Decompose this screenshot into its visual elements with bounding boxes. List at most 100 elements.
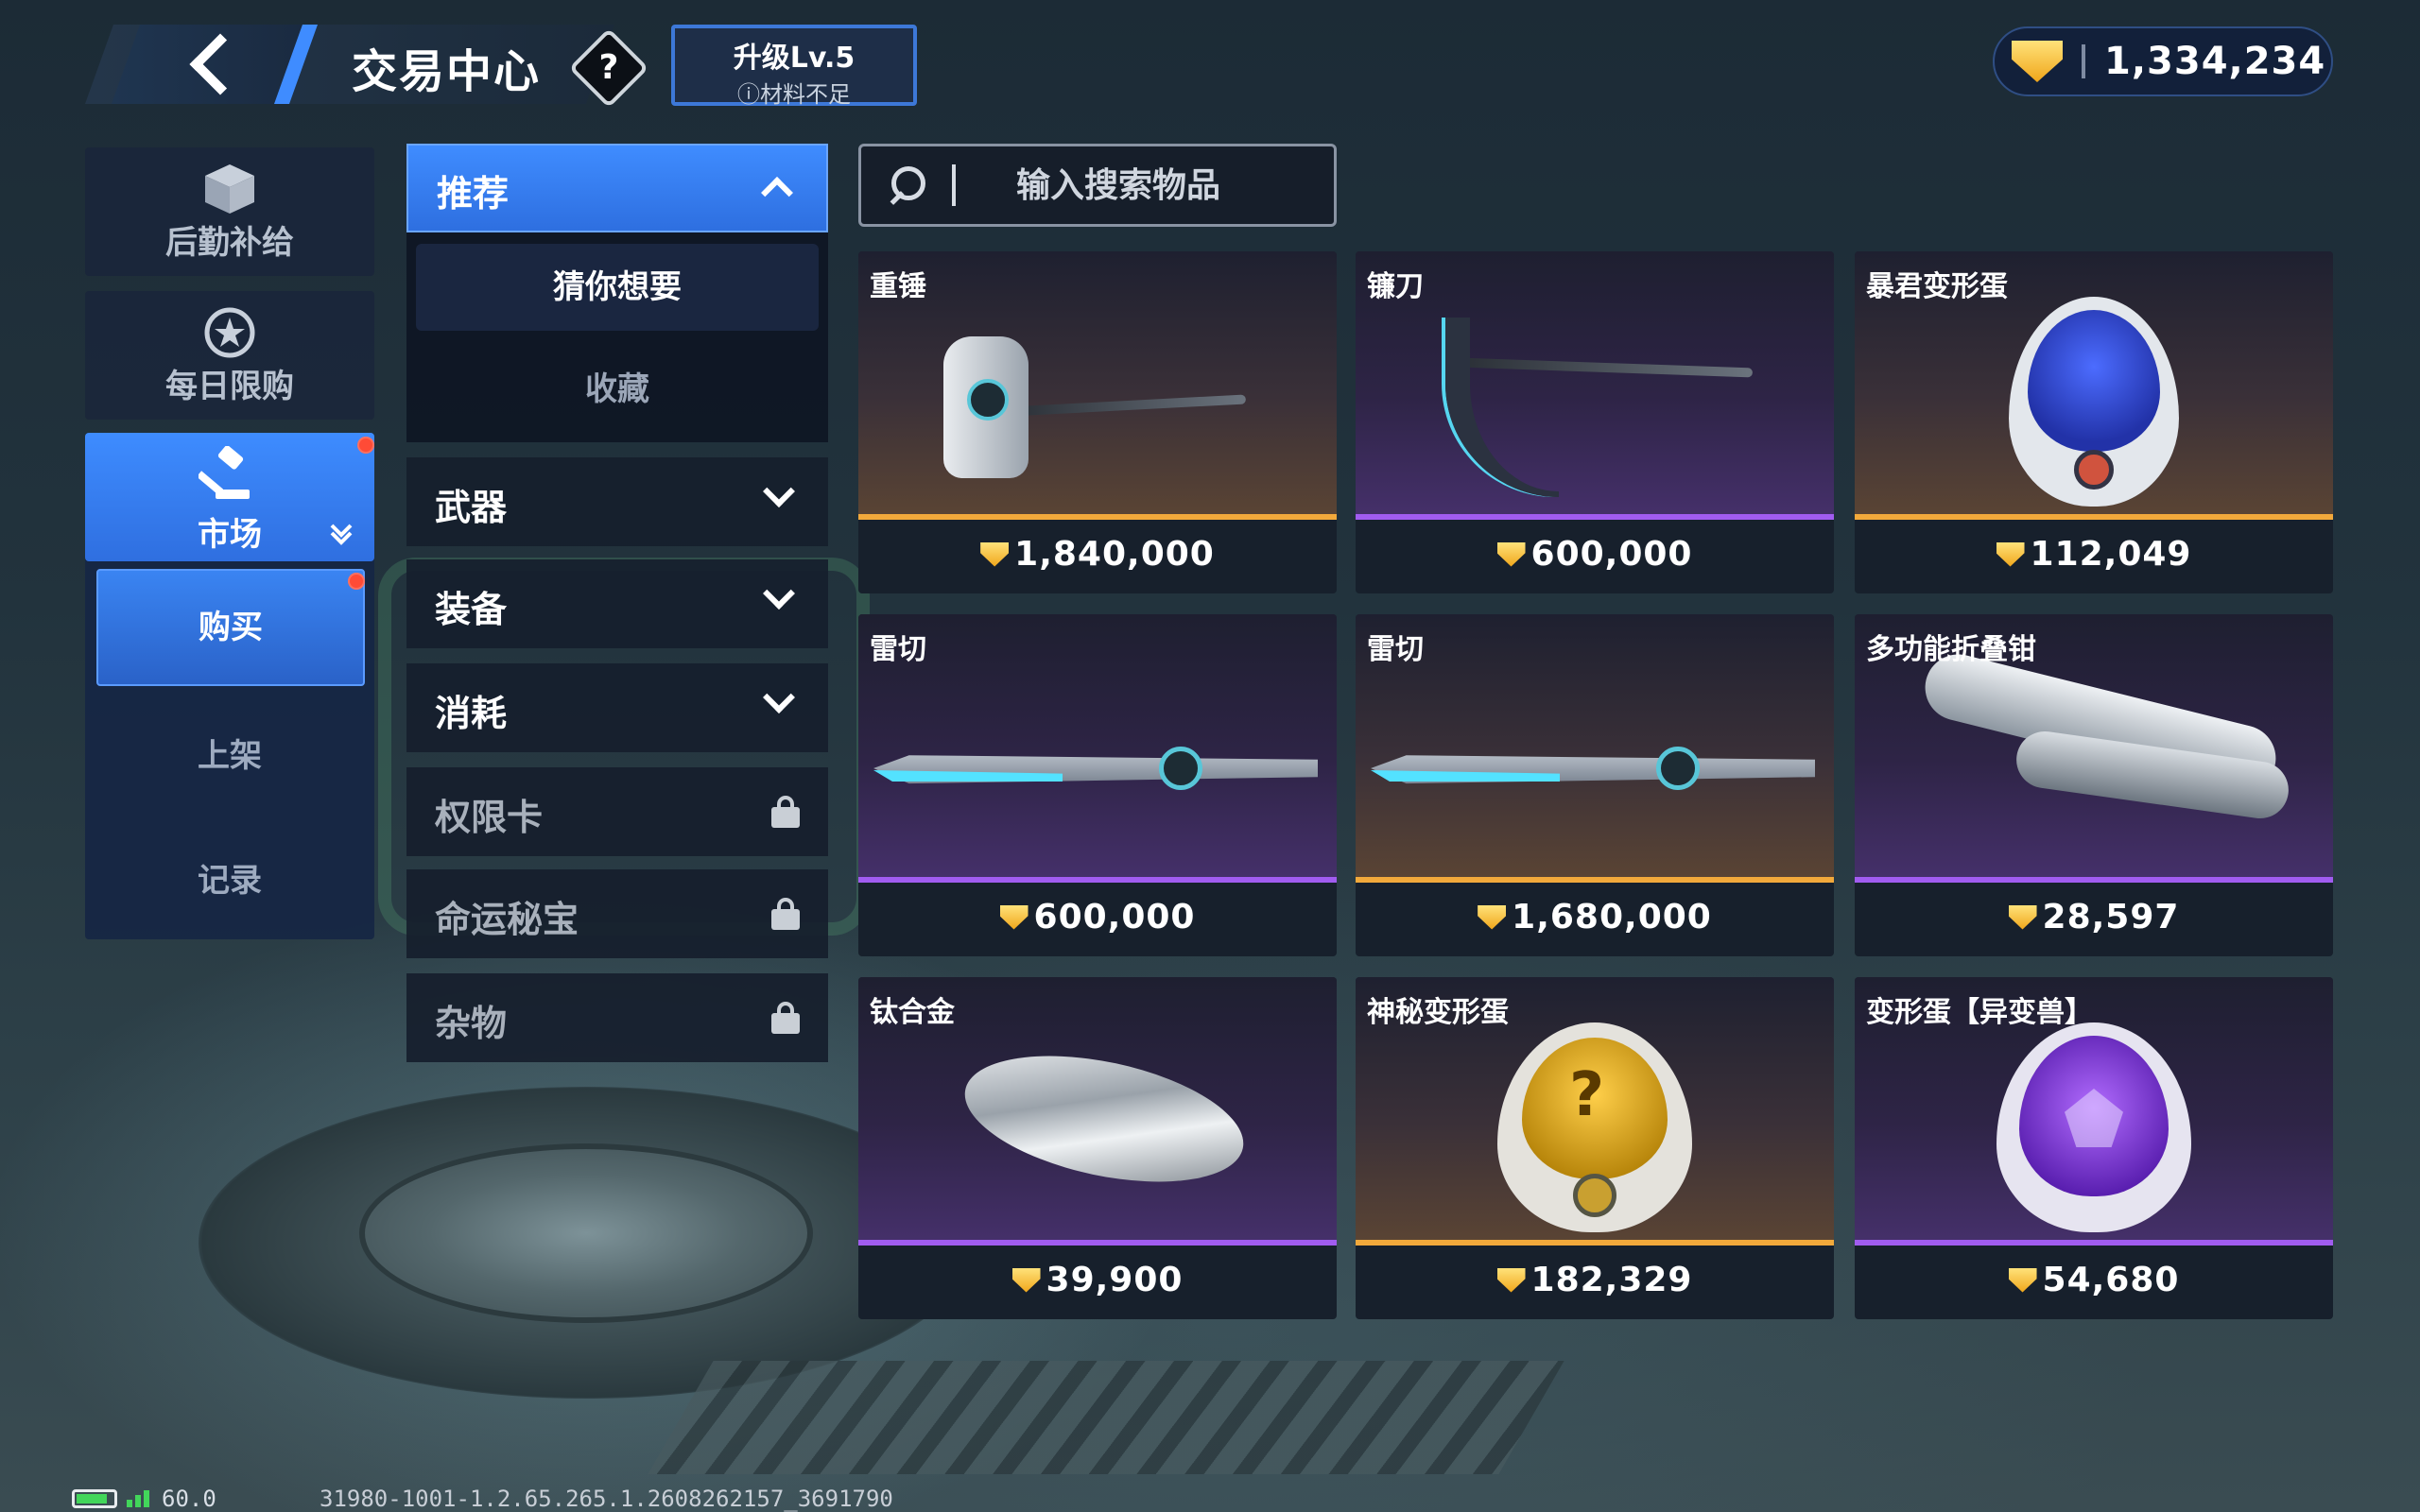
category-access-cards[interactable]: 权限卡: [406, 767, 828, 856]
item-card[interactable]: 雷切 600,000: [858, 614, 1337, 956]
item-price: 28,597: [1855, 898, 2333, 936]
item-image: [1356, 251, 1834, 516]
fps-readout: 60.0: [162, 1486, 216, 1512]
item-price: 600,000: [1356, 535, 1834, 574]
chevron-down-icon: [763, 475, 795, 507]
item-card[interactable]: 镰刀 600,000: [1356, 251, 1834, 593]
item-image: [858, 251, 1337, 516]
category-label: 命运秘宝: [435, 899, 579, 940]
category-label: 武器: [435, 487, 508, 528]
category-label: 推荐: [437, 173, 510, 215]
item-name: 神秘变形蛋: [1367, 996, 1509, 1029]
item-price: 39,900: [858, 1261, 1337, 1299]
rarity-bar: [858, 1240, 1337, 1246]
build-version: 31980-1001-1.2.65.265.1.2608262157_36917…: [320, 1486, 893, 1512]
rarity-bar: [858, 877, 1337, 883]
gold-gem-icon: [1478, 904, 1507, 930]
item-price: 600,000: [858, 898, 1337, 936]
help-icon: ?: [598, 48, 619, 87]
item-price: 1,680,000: [1356, 898, 1834, 936]
item-image: [858, 614, 1337, 879]
category-label: 装备: [435, 589, 508, 630]
chevron-down-icon: [763, 681, 795, 713]
gold-gem-icon: [980, 541, 1010, 567]
status-bar: 60.0: [72, 1486, 216, 1512]
item-name: 暴君变形蛋: [1866, 270, 2008, 303]
battery-icon: [72, 1489, 117, 1508]
upgrade-warning: ⓘ材料不足: [737, 81, 851, 108]
submenu-buy[interactable]: 购买: [96, 569, 365, 686]
item-image: [1356, 614, 1834, 879]
category-favorites[interactable]: 收藏: [406, 352, 828, 427]
item-name: 重锤: [870, 270, 926, 303]
item-name: 钛合金: [870, 996, 955, 1029]
currency-display[interactable]: 1,334,234: [1993, 26, 2333, 96]
category-label: 权限卡: [435, 797, 544, 838]
item-card[interactable]: 重锤 1,840,000: [858, 251, 1337, 593]
category-destiny-treasure[interactable]: 命运秘宝: [406, 869, 828, 958]
category-equipment[interactable]: 装备: [406, 559, 828, 648]
rarity-bar: [858, 514, 1337, 520]
auction-hammer-icon: [199, 446, 250, 499]
price-value: 39,900: [1046, 1261, 1184, 1299]
upgrade-button[interactable]: 升级Lv.5 ⓘ材料不足: [671, 25, 917, 108]
chevron-left-icon: [189, 33, 251, 94]
background-platform-core: [359, 1143, 813, 1323]
gold-gem-icon: [999, 904, 1028, 930]
item-card[interactable]: 暴君变形蛋 112,049: [1855, 251, 2333, 593]
signal-icon: [127, 1490, 152, 1507]
item-card[interactable]: ? 神秘变形蛋 182,329: [1356, 977, 1834, 1319]
currency-amount: 1,334,234: [2104, 40, 2326, 83]
sidebar-item-supply[interactable]: 后勤补给: [85, 147, 374, 276]
submenu-records[interactable]: 记录: [85, 854, 374, 901]
upgrade-title: 升级Lv.5: [733, 42, 856, 75]
item-card[interactable]: 钛合金 39,900: [858, 977, 1337, 1319]
supply-box-icon: [205, 164, 254, 214]
category-misc[interactable]: 杂物: [406, 973, 828, 1062]
daily-star-icon: [204, 307, 255, 358]
item-name: 雷切: [870, 633, 926, 666]
category-weapons[interactable]: 武器: [406, 457, 828, 546]
rarity-bar: [1855, 514, 2333, 520]
search-icon: [888, 166, 925, 204]
price-value: 600,000: [1530, 535, 1693, 574]
category-guess-you-want[interactable]: 猜你想要: [416, 244, 819, 331]
gold-gem-icon: [2012, 41, 2063, 82]
price-value: 28,597: [2042, 898, 2180, 936]
sidebar-item-daily[interactable]: 每日限购: [85, 291, 374, 420]
category-recommend[interactable]: 推荐: [406, 144, 828, 232]
notification-dot: [357, 437, 374, 454]
item-card[interactable]: 变形蛋【异变兽】 54,680: [1855, 977, 2333, 1319]
submenu-list-item[interactable]: 上架: [85, 730, 374, 776]
chevron-down-icon: [763, 577, 795, 610]
rarity-bar: [1356, 877, 1834, 883]
gold-gem-icon: [1011, 1267, 1041, 1293]
gold-gem-icon: [1496, 541, 1526, 567]
item-card[interactable]: 雷切 1,680,000: [1356, 614, 1834, 956]
search-input[interactable]: [1016, 165, 1319, 205]
category-label: 消耗: [435, 693, 508, 734]
gold-gem-icon: [1996, 541, 2025, 567]
item-name: 雷切: [1367, 633, 1424, 666]
item-price: 182,329: [1356, 1261, 1834, 1299]
search-box[interactable]: [858, 144, 1337, 227]
price-value: 182,329: [1530, 1261, 1693, 1299]
item-card[interactable]: 多功能折叠钳 28,597: [1855, 614, 2333, 956]
divider: [2082, 44, 2085, 78]
rarity-bar: [1356, 1240, 1834, 1246]
lock-icon: [771, 1002, 800, 1034]
price-value: 112,049: [2030, 535, 2192, 574]
gold-gem-icon: [2008, 904, 2037, 930]
lock-icon: [771, 796, 800, 828]
sidebar-item-label: 每日限购: [165, 368, 294, 405]
item-name: 镰刀: [1367, 270, 1424, 303]
category-consumables[interactable]: 消耗: [406, 663, 828, 752]
gold-gem-icon: [1496, 1267, 1526, 1293]
sidebar-item-market[interactable]: 市场: [85, 433, 374, 561]
price-value: 1,680,000: [1512, 898, 1712, 936]
price-value: 1,840,000: [1014, 535, 1215, 574]
rarity-bar: [1855, 1240, 2333, 1246]
item-price: 112,049: [1855, 535, 2333, 574]
gold-gem-icon: [2008, 1267, 2037, 1293]
price-value: 54,680: [2042, 1261, 2180, 1299]
